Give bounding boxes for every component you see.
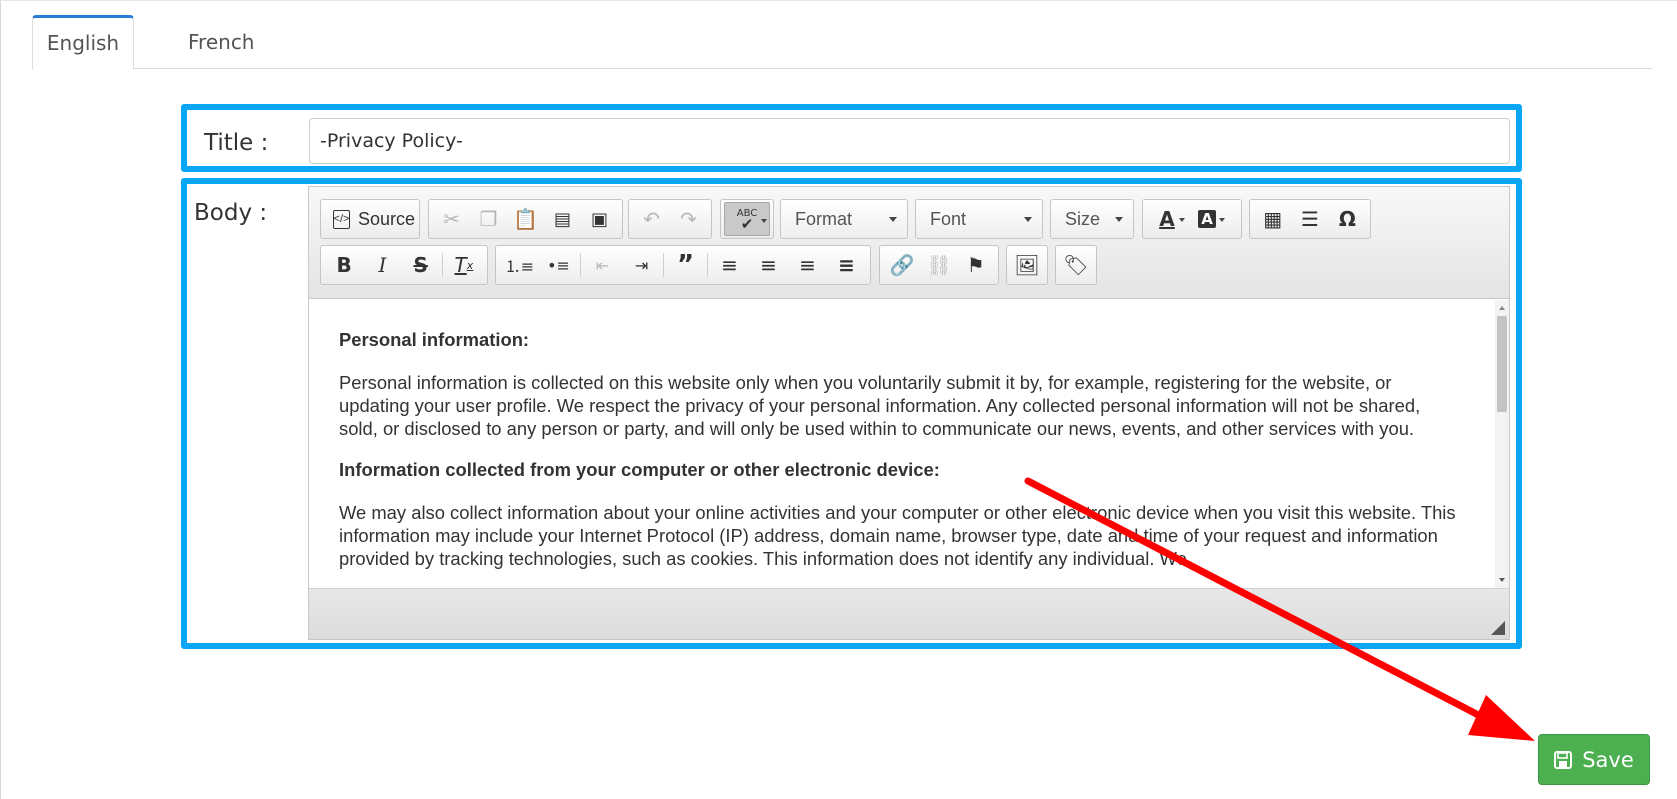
title-label: Title :	[204, 130, 269, 156]
text-color-icon[interactable]: A	[1147, 202, 1187, 236]
align-left-icon[interactable]: ≡	[710, 248, 749, 282]
bold-icon[interactable]: B	[325, 248, 363, 282]
undo-group: ↶ ↷	[628, 199, 712, 239]
font-label: Font	[930, 209, 967, 229]
strikethrough-icon[interactable]: S	[402, 248, 440, 282]
insert-group: ▦ ☰ Ω	[1249, 199, 1371, 239]
body-label: Body :	[194, 200, 268, 226]
bulleted-list-icon[interactable]: •≡	[539, 248, 578, 282]
paste-icon[interactable]: 📋	[507, 202, 544, 236]
tab-english[interactable]: English	[32, 15, 134, 70]
floppy-disk-icon	[1554, 750, 1573, 769]
save-label: Save	[1582, 747, 1634, 772]
scroll-up-icon[interactable]	[1499, 306, 1505, 310]
table-icon[interactable]: ▦	[1254, 202, 1291, 236]
size-label: Size	[1065, 209, 1101, 229]
editor-content[interactable]: Personal information: Personal informati…	[309, 300, 1509, 588]
tag-icon[interactable]: 🏷	[1056, 248, 1096, 282]
align-justify-icon[interactable]: ≡	[827, 248, 866, 282]
image-group: 🖼	[1006, 245, 1048, 285]
scroll-down-icon[interactable]	[1499, 578, 1505, 582]
paste-from-word-icon[interactable]: ▣	[581, 202, 618, 236]
align-right-icon[interactable]: ≡	[788, 248, 827, 282]
undo-icon[interactable]: ↶	[633, 202, 670, 236]
title-input[interactable]	[309, 118, 1510, 164]
links-group: 🔗 ⛓ ⚑	[879, 245, 999, 285]
content-heading-computer-information: Information collected from your computer…	[339, 459, 940, 480]
decrease-indent-icon[interactable]: ⇤	[583, 248, 622, 282]
chevron-down-icon	[1115, 217, 1123, 222]
clipboard-group: ✂ ❐ 📋 ▤ ▣	[428, 199, 623, 239]
special-character-icon[interactable]: Ω	[1329, 202, 1366, 236]
font-dropdown[interactable]: Font	[915, 199, 1043, 239]
redo-icon[interactable]: ↷	[670, 202, 707, 236]
language-tabs: English French	[32, 15, 1652, 70]
paragraph-group: ⒈≡ •≡ ⇤ ⇥ ” ≡ ≡ ≡ ≡	[495, 245, 871, 285]
format-label: Format	[795, 209, 853, 229]
editor-scrollbar[interactable]	[1495, 300, 1509, 588]
image-icon[interactable]: 🖼	[1007, 248, 1047, 282]
chevron-down-icon	[889, 217, 897, 222]
tab-french[interactable]: French	[170, 15, 272, 69]
editor-statusbar	[309, 588, 1509, 639]
source-button[interactable]: </> Source	[325, 202, 423, 236]
increase-indent-icon[interactable]: ⇥	[622, 248, 661, 282]
align-center-icon[interactable]: ≡	[749, 248, 788, 282]
numbered-list-icon[interactable]: ⒈≡	[500, 248, 539, 282]
italic-icon[interactable]: I	[363, 248, 401, 282]
save-button[interactable]: Save	[1538, 734, 1650, 785]
editor-toolbar: </> Source ✂ ❐ 📋 ▤ ▣ ↶ ↷ ABC ✔ Format Fo…	[309, 187, 1509, 299]
resize-grip-icon[interactable]	[1491, 621, 1505, 635]
paste-text-icon[interactable]: ▤	[544, 202, 581, 236]
background-color-icon[interactable]: A	[1187, 202, 1227, 236]
horizontal-line-icon[interactable]: ☰	[1291, 202, 1328, 236]
size-dropdown[interactable]: Size	[1050, 199, 1134, 239]
unlink-icon[interactable]: ⛓	[921, 248, 958, 282]
chevron-down-icon	[1024, 217, 1032, 222]
spellcheck-group: ABC ✔	[720, 199, 774, 239]
rich-text-editor: </> Source ✂ ❐ 📋 ▤ ▣ ↶ ↷ ABC ✔ Format Fo…	[308, 186, 1510, 640]
scroll-thumb[interactable]	[1497, 316, 1507, 412]
format-dropdown[interactable]: Format	[780, 199, 908, 239]
source-code-icon: </>	[333, 209, 350, 229]
cut-icon[interactable]: ✂	[433, 202, 470, 236]
source-label: Source	[358, 208, 416, 229]
link-icon[interactable]: 🔗	[884, 248, 921, 282]
spellcheck-caret-icon	[761, 219, 767, 223]
copy-icon[interactable]: ❐	[470, 202, 507, 236]
tag-group: 🏷	[1055, 245, 1097, 285]
color-group: A A	[1142, 199, 1242, 239]
remove-format-icon[interactable]: Tx	[445, 248, 483, 282]
spellcheck-icon[interactable]: ABC ✔	[724, 202, 770, 236]
basic-styles-group: B I S Tx	[320, 245, 488, 285]
source-group: </> Source	[320, 199, 420, 239]
content-paragraph: We may also collect information about yo…	[339, 502, 1456, 569]
anchor-flag-icon[interactable]: ⚑	[957, 248, 994, 282]
content-paragraph: Personal information is collected on thi…	[339, 372, 1421, 439]
content-heading-personal-information: Personal information:	[339, 329, 530, 350]
blockquote-icon[interactable]: ”	[666, 248, 705, 282]
